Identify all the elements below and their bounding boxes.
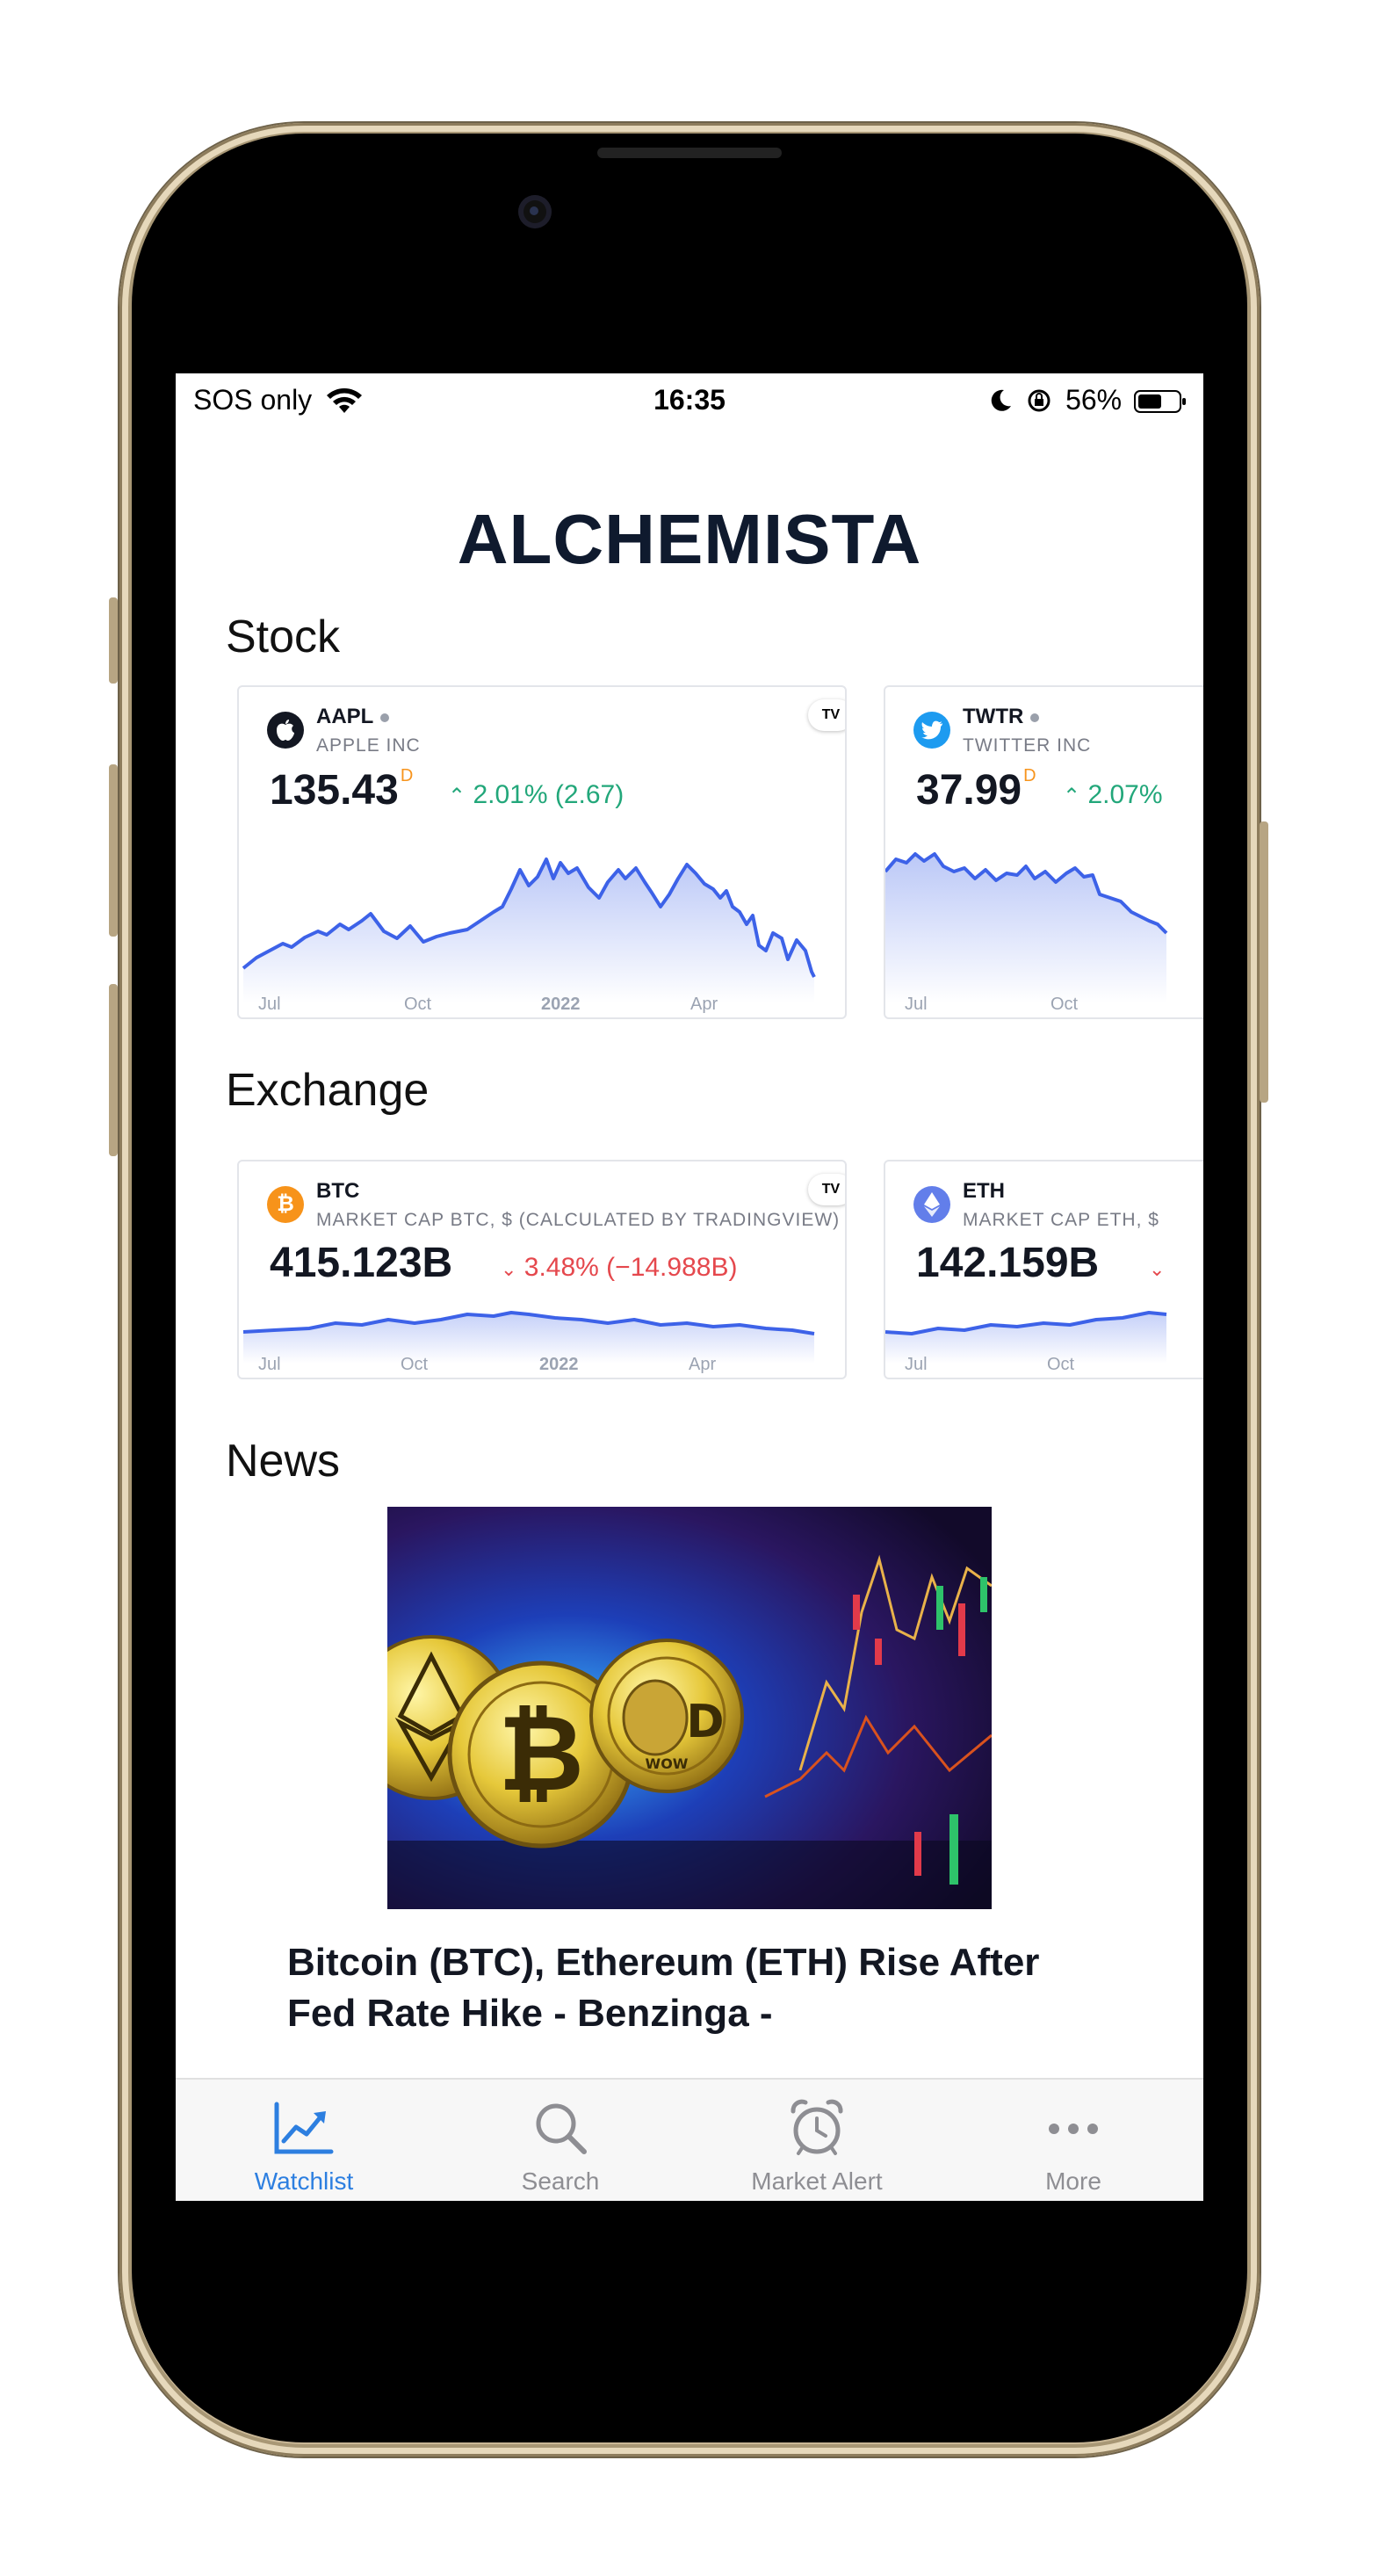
app-screen: SOS only 16:35 56% ALCHEMISTA Stock AAPL… [176,373,1203,2201]
x-axis-label: Jul [258,995,281,1014]
volume-up-button [109,764,118,937]
exchange-change: ⌄ 3.48% (−14.988B) [501,1253,738,1282]
stock-name: TWITTER INC [963,735,1092,756]
battery-percent: 56% [1065,384,1123,416]
svg-text:WOW: WOW [646,1755,689,1772]
magnifier-icon [536,2103,587,2154]
alarm-clock-icon [791,2099,843,2155]
tab-label: More [1045,2167,1101,2195]
marketcap-chart-btc [242,1311,815,1364]
status-right: 56% [990,384,1188,416]
x-axis-label: 2022 [539,1355,579,1374]
volume-down-button [109,984,118,1156]
stock-name: APPLE INC [316,735,421,756]
news-headline[interactable]: Bitcoin (BTC), Ethereum (ETH) Rise After… [287,1937,1078,2039]
exchange-change: ⌄ [1149,1253,1165,1283]
battery-icon [1134,390,1186,413]
tab-more[interactable]: More [945,2080,1202,2201]
x-axis-label: Oct [401,1355,429,1374]
section-title-stock: Stock [226,611,341,662]
x-axis-label: Oct [404,995,432,1014]
chevron-down-icon: ⌄ [1149,1258,1166,1280]
market-status-dot [380,713,390,722]
stock-change: ⌃ 2.01% (2.67) [448,780,625,809]
x-axis-label: 2022 [541,995,581,1014]
marketcap-chart-eth [885,1311,1167,1364]
delayed-flag: D [1023,766,1036,785]
stock-symbol: TWTR [963,705,1040,729]
price-chart-twtr [885,852,1168,1003]
x-axis-label: Apr [689,1355,717,1374]
tab-label: Search [521,2167,600,2195]
ellipsis-icon [1049,2124,1098,2134]
price-chart-aapl [242,857,816,1003]
mute-switch [109,597,118,684]
tradingview-logo-icon[interactable]: TV [808,699,845,731]
exchange-card-btc[interactable]: ₿ BTC MARKET CAP BTC, $ (CALCULATED BY T… [237,1160,847,1379]
tab-search[interactable]: Search [432,2080,689,2201]
news-image[interactable]: ₿ D WOW [387,1507,992,1909]
power-button [1260,821,1268,1103]
x-axis-label: Oct [1047,1355,1075,1374]
earpiece-speaker [597,148,782,158]
twitter-bird-icon [913,712,950,749]
front-camera [518,195,552,228]
tab-label: Watchlist [254,2167,354,2195]
stock-card-aapl[interactable]: AAPL APPLE INC 135.43 D ⌃ 2.01% (2.67) TV… [237,685,847,1019]
chevron-up-icon: ⌃ [448,785,466,808]
ethereum-icon [913,1186,950,1223]
rotation-lock-icon [1028,389,1050,412]
app-title: ALCHEMISTA [457,500,922,578]
exchange-name: MARKET CAP ETH, $ [963,1210,1159,1230]
moon-icon [992,389,1012,411]
bitcoin-icon: ₿ [267,1186,304,1223]
tab-bar: Watchlist Search Market Alert More [176,2078,1203,2201]
crypto-coins-image: ₿ D WOW [387,1507,992,1909]
x-axis-label: Oct [1050,995,1079,1014]
exchange-price: 142.159B [916,1240,1100,1286]
section-title-exchange: Exchange [226,1065,430,1116]
tab-market-alert[interactable]: Market Alert [689,2080,945,2201]
tab-label: Market Alert [751,2167,883,2195]
stock-change: ⌃ 2.07% [1063,780,1163,809]
chart-line-icon [274,2102,334,2154]
exchange-price: 415.123B [270,1240,453,1286]
stock-symbol: AAPL [316,705,390,729]
stock-price: 37.99 D [916,766,1036,814]
exchange-symbol: BTC [316,1179,360,1203]
x-axis-label: Jul [905,1355,928,1374]
chevron-up-icon: ⌃ [1063,785,1081,808]
x-axis-label: Jul [258,1355,281,1374]
exchange-symbol: ETH [963,1179,1005,1203]
market-status-dot [1030,713,1040,722]
section-title-news: News [226,1436,341,1487]
svg-text:D: D [686,1696,724,1748]
tradingview-logo-icon[interactable]: TV [808,1174,845,1205]
stock-card-twtr[interactable]: TWTR TWITTER INC 37.99 D ⌃ 2.07% Jul Oct [884,685,1203,1019]
status-bar: SOS only 16:35 56% [176,373,1203,426]
svg-text:₿: ₿ [498,1693,584,1815]
tab-watchlist[interactable]: Watchlist [176,2080,432,2201]
x-axis-label: Jul [905,995,928,1014]
exchange-name: MARKET CAP BTC, $ (CALCULATED BY TRADING… [316,1210,841,1230]
stock-price: 135.43 D [270,766,414,814]
chevron-down-icon: ⌄ [501,1258,517,1280]
apple-icon [267,712,304,749]
x-axis-label: Apr [690,995,718,1014]
delayed-flag: D [400,766,414,785]
exchange-card-eth[interactable]: ETH MARKET CAP ETH, $ 142.159B ⌄ Jul Oct [884,1160,1203,1379]
